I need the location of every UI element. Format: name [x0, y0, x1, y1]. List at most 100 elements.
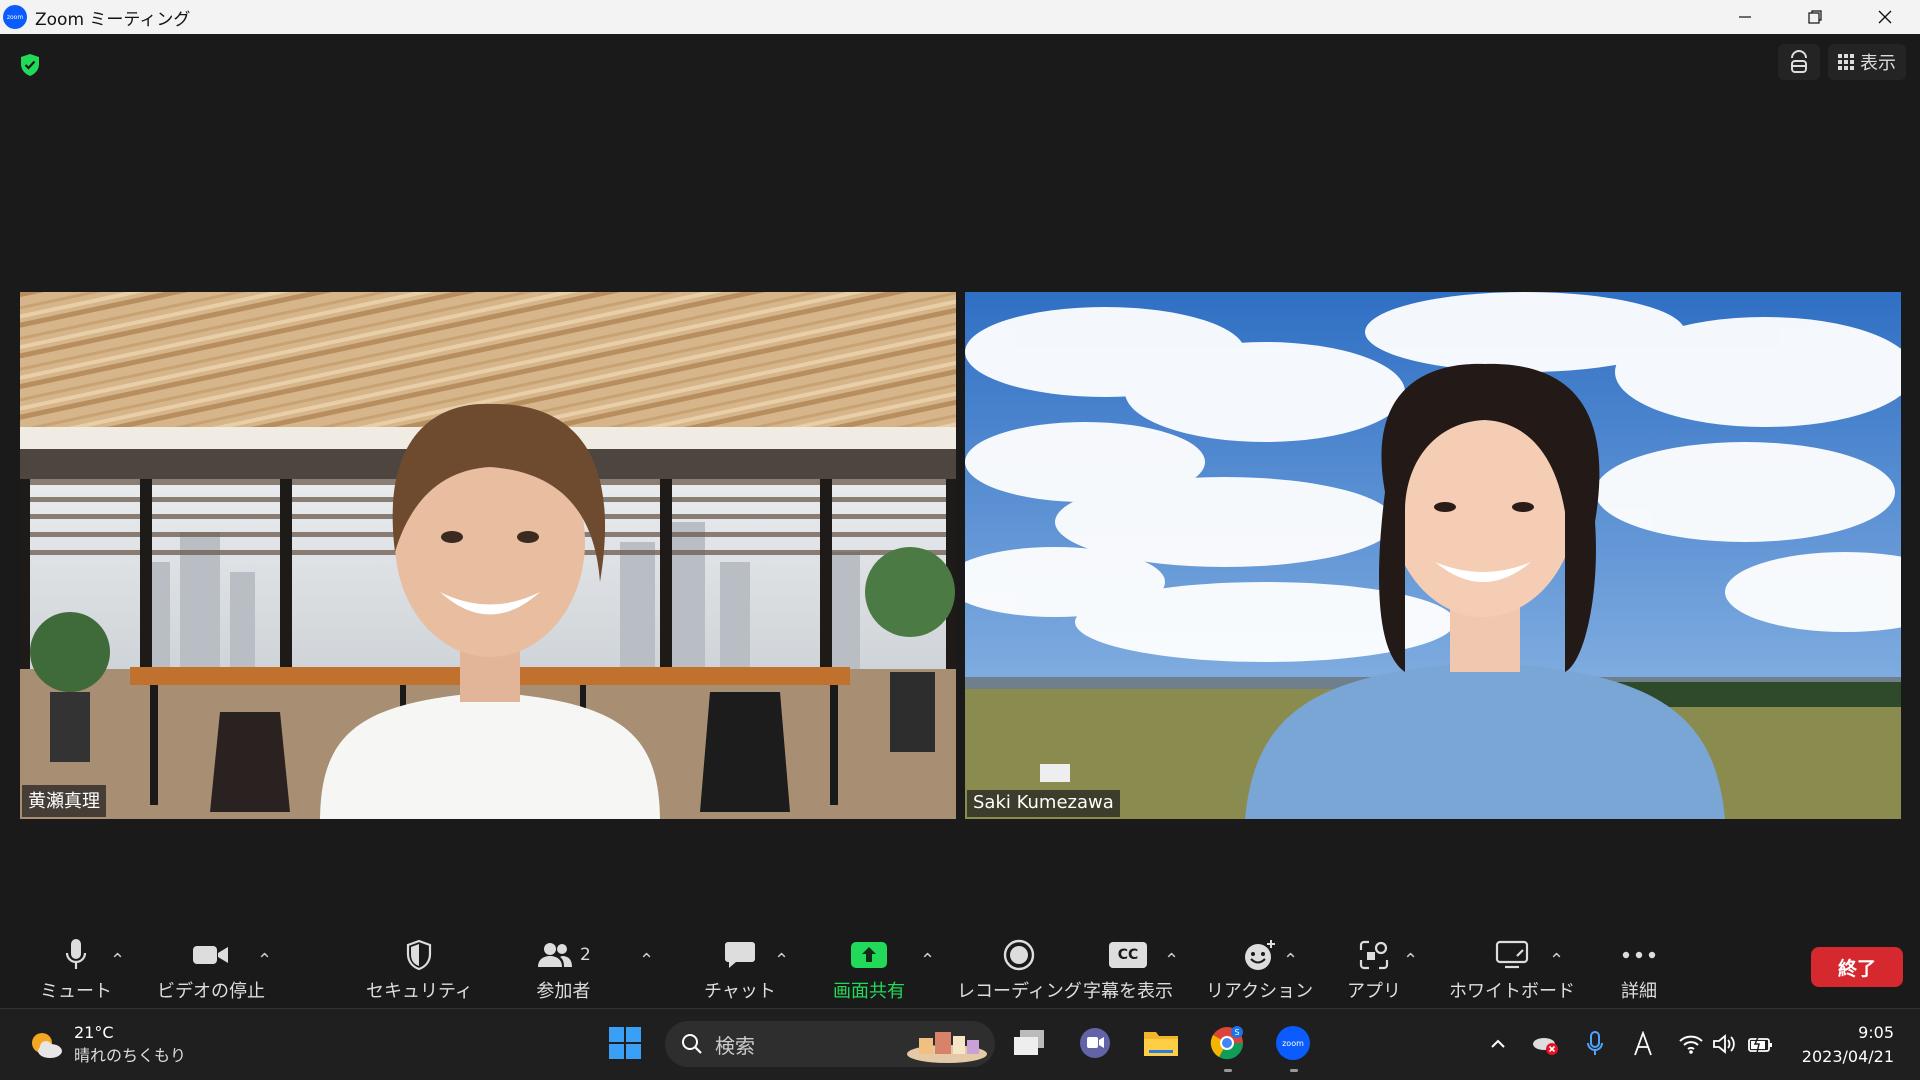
grid-icon [1838, 54, 1854, 70]
video-tile-participant-2[interactable]: Saki Kumezawa [965, 292, 1901, 819]
taskbar-search-box[interactable]: 検索 [665, 1021, 995, 1067]
chat-button[interactable]: チャット [704, 936, 776, 1003]
file-explorer-button[interactable] [1141, 1023, 1181, 1063]
mute-options-caret[interactable]: ⌃ [110, 950, 125, 971]
share-screen-label: 画面共有 [833, 981, 905, 1002]
folder-icon [1144, 1032, 1178, 1056]
window-title: Zoom ミーティング [35, 9, 191, 30]
chrome-profile-badge: S [1234, 1028, 1239, 1037]
reactions-label: リアクション [1206, 981, 1314, 1002]
teams-chat-icon [1080, 1028, 1110, 1058]
chat-bubble-icon [724, 942, 755, 968]
mute-button[interactable]: ミュート [40, 936, 112, 1003]
stop-video-button[interactable]: ビデオの停止 [157, 936, 265, 1003]
close-icon [1878, 10, 1892, 24]
weather-widget[interactable]: 21°C 晴れのちくもり [28, 1023, 186, 1066]
participants-count: 2 [580, 945, 591, 965]
participants-options-caret[interactable]: ⌃ [639, 950, 654, 971]
restore-icon [1808, 10, 1822, 24]
minimize-icon [1739, 16, 1751, 18]
clock-time: 9:05 [1858, 1023, 1894, 1042]
zoom-running-indicator [1290, 1069, 1298, 1072]
apps-label: アプリ [1347, 981, 1401, 1002]
search-highlight-illustration-icon [907, 1032, 987, 1063]
encryption-shield-button[interactable] [14, 49, 46, 81]
more-button[interactable]: 詳細 [1621, 936, 1657, 1003]
captions-button[interactable]: CC 字幕を表示 [1083, 936, 1173, 1003]
microphone-icon [65, 939, 87, 969]
close-button[interactable] [1850, 0, 1920, 34]
battery-button[interactable] [1745, 1027, 1777, 1061]
more-label: 詳細 [1621, 981, 1657, 1002]
whiteboard-options-caret[interactable]: ⌃ [1549, 950, 1564, 971]
security-shield-icon [407, 939, 432, 971]
security-button[interactable]: セキュリティ [366, 936, 473, 1003]
participant-video-office [20, 292, 956, 819]
volume-button[interactable] [1709, 1027, 1741, 1061]
chat-label: チャット [704, 981, 776, 1002]
participants-label: 参加者 [536, 981, 591, 1002]
weather-description: 晴れのちくもり [74, 1046, 187, 1065]
search-icon [682, 1034, 702, 1054]
search-placeholder: 検索 [715, 1033, 755, 1058]
participant-video-sky [965, 292, 1901, 819]
weather-temperature: 21°C [74, 1023, 114, 1042]
meeting-toolbar: ミュート ⌃ ビデオの停止 ⌃ セキュリティ 2 参加者 ⌃ チャット ⌃ 画面… [0, 920, 1920, 1008]
task-view-button[interactable] [1009, 1023, 1049, 1063]
reactions-options-caret[interactable]: ⌃ [1283, 950, 1298, 971]
end-meeting-button[interactable]: 終了 [1811, 947, 1903, 987]
apps-options-caret[interactable]: ⌃ [1403, 950, 1418, 971]
video-camera-icon [193, 946, 228, 964]
ime-indicator-button[interactable] [1627, 1027, 1659, 1061]
video-tile-participant-1[interactable]: 黄瀬真理 [20, 292, 956, 819]
immersive-view-button[interactable] [1778, 44, 1820, 80]
zoom-taskbar-button[interactable]: zoom [1273, 1023, 1313, 1063]
microphone-tray-button[interactable] [1579, 1027, 1611, 1061]
network-button[interactable] [1675, 1027, 1707, 1061]
minimize-button[interactable] [1710, 0, 1780, 34]
restore-button[interactable] [1780, 0, 1850, 34]
stop-video-label: ビデオの停止 [157, 981, 265, 1002]
more-dots-icon [1622, 951, 1656, 959]
show-hidden-icons-button[interactable] [1482, 1027, 1514, 1061]
apps-button[interactable]: アプリ [1347, 936, 1401, 1003]
view-button[interactable]: 表示 [1828, 44, 1906, 80]
security-label: セキュリティ [366, 981, 473, 1002]
zoom-logo-icon: zoom [3, 5, 27, 29]
chrome-running-indicator [1224, 1069, 1232, 1072]
participants-button[interactable]: 2 参加者 [536, 936, 591, 1003]
chrome-button[interactable]: S [1207, 1023, 1247, 1063]
participant-name-tag: Saki Kumezawa [967, 790, 1120, 817]
chat-options-caret[interactable]: ⌃ [774, 950, 789, 971]
windows-taskbar: 21°C 晴れのちくもり 検索 S zoom 9:05 2023/04/21 [0, 1008, 1920, 1080]
zoom-taskbar-icon: zoom [1276, 1026, 1310, 1060]
microphone-tray-icon [1587, 1031, 1603, 1055]
stacked-person-icon [1791, 50, 1807, 73]
chevron-up-icon [1491, 1039, 1505, 1048]
record-button[interactable]: レコーディング [957, 936, 1082, 1003]
taskbar-clock[interactable]: 9:05 2023/04/21 [1802, 1021, 1894, 1069]
speaker-icon [1713, 1034, 1735, 1054]
whiteboard-icon [1495, 940, 1529, 969]
video-options-caret[interactable]: ⌃ [257, 950, 272, 971]
teams-chat-button[interactable] [1075, 1023, 1115, 1063]
record-icon [1004, 939, 1035, 971]
start-button[interactable] [605, 1023, 645, 1063]
reaction-smiley-icon [1244, 940, 1275, 970]
view-button-label: 表示 [1860, 53, 1896, 74]
share-screen-button[interactable]: 画面共有 [833, 936, 905, 1003]
window-titlebar: zoom Zoom ミーティング [0, 0, 1920, 34]
share-options-caret[interactable]: ⌃ [920, 950, 935, 971]
captions-options-caret[interactable]: ⌃ [1164, 950, 1179, 971]
mute-label: ミュート [40, 981, 112, 1002]
onedrive-button[interactable] [1530, 1027, 1562, 1061]
wifi-icon [1679, 1035, 1703, 1054]
participant-name-tag: 黄瀬真理 [22, 785, 106, 817]
ime-mode-icon [1634, 1031, 1652, 1056]
task-view-icon [1014, 1030, 1044, 1055]
whiteboard-label: ホワイトボード [1449, 981, 1575, 1002]
participants-icon [538, 943, 572, 967]
record-label: レコーディング [957, 981, 1082, 1002]
closed-captions-icon: CC [1109, 942, 1147, 968]
windows-start-icon [609, 1027, 641, 1059]
